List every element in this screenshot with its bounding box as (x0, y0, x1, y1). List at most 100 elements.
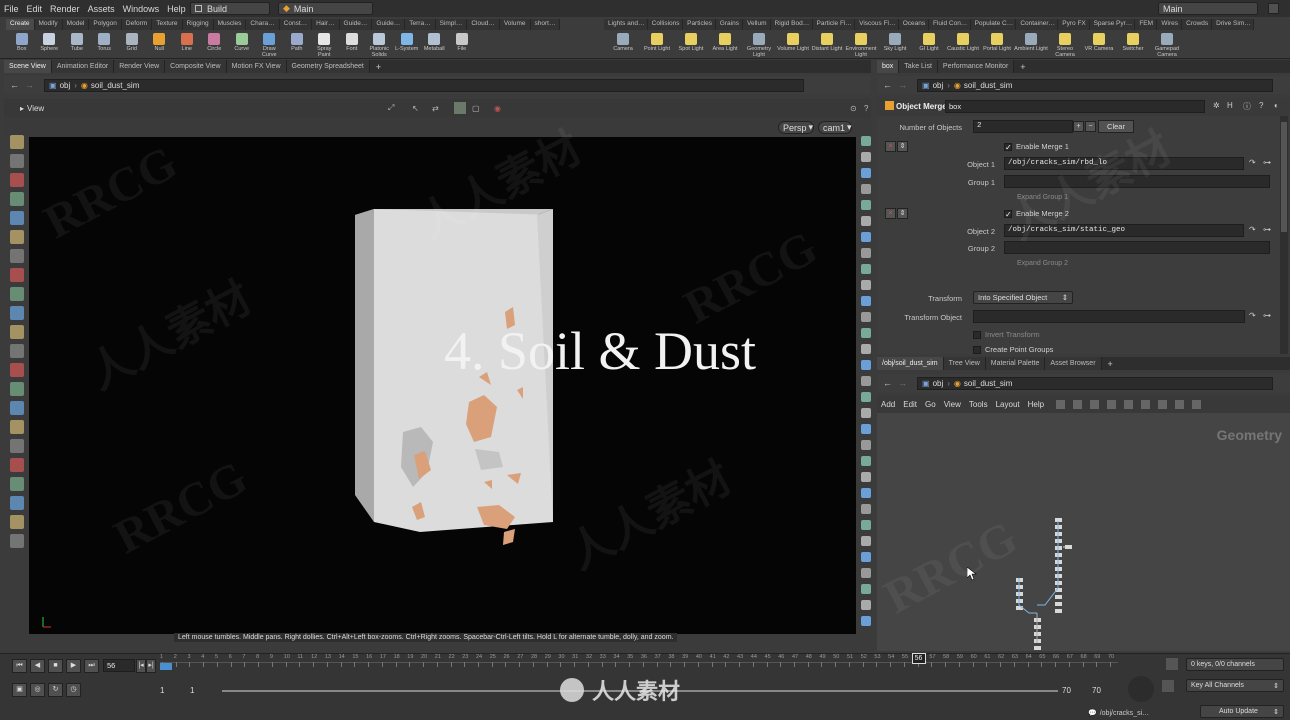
enable-merge1-checkbox[interactable]: ✓ Enable Merge 1 (1004, 142, 1069, 151)
shelf-tab[interactable]: Deform (121, 19, 153, 30)
node-select-icon[interactable]: ⊶ (1263, 225, 1271, 234)
info-icon[interactable]: ⓘ (1243, 101, 1251, 112)
map-icon[interactable] (1124, 399, 1134, 409)
shelf-tab[interactable]: Wires (1157, 19, 1183, 30)
operator-chooser-icon[interactable]: ↷ (1249, 158, 1256, 167)
tab-tree-view[interactable]: Tree View (943, 357, 986, 370)
desktop-dropdown[interactable]: Build (190, 2, 270, 15)
menu-render[interactable]: Render (46, 4, 84, 14)
tab-composite-view[interactable]: Composite View (165, 60, 227, 73)
shelf-tab[interactable]: Pyro FX (1058, 19, 1090, 30)
flag-icon[interactable] (1141, 399, 1151, 409)
play-back-button[interactable]: ◀ (30, 659, 45, 673)
display-option-icon[interactable] (861, 440, 871, 450)
cloud-icon[interactable] (1192, 399, 1202, 409)
tab-material-palette[interactable]: Material Palette (985, 357, 1046, 370)
net-menu-edit[interactable]: Edit (899, 400, 921, 409)
display-option-icon[interactable] (861, 232, 871, 242)
create-point-groups-checkbox[interactable]: Create Point Groups (973, 345, 1053, 354)
shelf-tab[interactable]: Polygon (89, 19, 122, 30)
tool-ambient-light[interactable]: Ambient Light (1014, 31, 1048, 58)
back-arrow-icon[interactable]: ← (10, 80, 19, 90)
clear-button[interactable]: Clear (1098, 120, 1134, 133)
record-icon[interactable]: ◉ (494, 104, 501, 113)
tool-path[interactable]: Path (283, 31, 311, 58)
display-option-icon[interactable] (861, 152, 871, 162)
shelf-tab[interactable]: Particle Fl… (812, 19, 856, 30)
display-option-icon[interactable] (861, 376, 871, 386)
clock-icon[interactable]: ◷ (66, 683, 81, 697)
net-menu-view[interactable]: View (940, 400, 965, 409)
snap-icon[interactable] (10, 401, 24, 415)
playback-end-field[interactable]: 70 (1062, 686, 1071, 695)
move-merge1-button[interactable]: ⇕ (897, 141, 908, 152)
net-menu-add[interactable]: Add (877, 400, 899, 409)
shelf-tab[interactable]: Chara… (246, 19, 280, 30)
invert-transform-checkbox[interactable]: Invert Transform (973, 330, 1040, 339)
brush-icon[interactable] (10, 249, 24, 263)
select-icon[interactable] (10, 135, 24, 149)
tab-performance-monitor[interactable]: Performance Monitor (937, 60, 1015, 73)
menu-assets[interactable]: Assets (84, 4, 119, 14)
forward-arrow-icon[interactable]: → (898, 80, 907, 90)
tag-icon[interactable] (10, 515, 24, 529)
tool-platonic-solids[interactable]: Platonic Solids (366, 31, 394, 58)
net-menu-tools[interactable]: Tools (965, 400, 992, 409)
tab-box[interactable]: box (877, 60, 900, 73)
view-menu-icon[interactable]: ▸ (20, 104, 24, 113)
shelf-tab[interactable]: Guide… (339, 19, 373, 30)
context-dropdown[interactable]: ◆ Main (278, 2, 373, 15)
shelf-tab[interactable]: Model (62, 19, 90, 30)
tool-file[interactable]: File (448, 31, 476, 58)
image-icon[interactable] (1107, 399, 1117, 409)
wrench-icon[interactable] (10, 534, 24, 548)
network-node[interactable] (1055, 602, 1062, 606)
question-icon[interactable]: ? (1259, 101, 1263, 110)
display-option-icon[interactable] (861, 504, 871, 514)
help-icon[interactable]: H (1227, 101, 1233, 110)
lock-icon[interactable] (10, 211, 24, 225)
jump-end-button[interactable]: ⏭ (84, 659, 99, 673)
gear-icon[interactable]: ✲ (1213, 101, 1220, 110)
key-all-channels-dropdown[interactable]: Key All Channels ⇕ (1186, 679, 1284, 692)
shelf-tab[interactable]: Collisions (647, 19, 684, 30)
display-option-icon[interactable] (861, 568, 871, 578)
tool-vr-camera[interactable]: VR Camera (1082, 31, 1116, 58)
right-context-dropdown[interactable]: Main (1158, 2, 1258, 15)
playhead[interactable]: 56 (911, 653, 926, 664)
add-tab-icon[interactable]: + (1102, 359, 1119, 369)
display-option-icon[interactable] (861, 584, 871, 594)
display-option-icon[interactable] (861, 472, 871, 482)
tab-scene-view[interactable]: Scene View (4, 60, 52, 73)
tool-line[interactable]: Line (173, 31, 201, 58)
tool-portal-light[interactable]: Portal Light (980, 31, 1014, 58)
shelf-tab[interactable]: FEM (1135, 19, 1158, 30)
list-icon[interactable] (1056, 399, 1066, 409)
remove-merge1-button[interactable]: × (885, 141, 896, 152)
shelf-tab[interactable]: Sparse Pyr… (1089, 19, 1136, 30)
cut-icon[interactable] (10, 287, 24, 301)
realtime-toggle[interactable]: ▣ (12, 683, 27, 697)
handle-icon[interactable] (10, 173, 24, 187)
display-option-icon[interactable] (861, 328, 871, 338)
tab-render-view[interactable]: Render View (114, 60, 166, 73)
enable-merge2-checkbox[interactable]: ✓ Enable Merge 2 (1004, 209, 1069, 218)
tab-animation-editor[interactable]: Animation Editor (51, 60, 115, 73)
display-option-icon[interactable] (861, 488, 871, 498)
stop-button[interactable]: ■ (48, 659, 63, 673)
net-menu-layout[interactable]: Layout (992, 400, 1024, 409)
scene-path-field[interactable]: ▣ obj › ◉ soil_dust_sim (44, 78, 804, 92)
pin-icon[interactable]: ◐ (1274, 101, 1279, 110)
network-editor[interactable]: Geometry (877, 413, 1290, 651)
globe-icon[interactable] (10, 458, 24, 472)
shelf-tab[interactable]: Volume (499, 19, 531, 30)
tool-environment-light[interactable]: Environment Light (844, 31, 878, 58)
net-menu-help[interactable]: Help (1024, 400, 1048, 409)
camera-lock-icon[interactable]: ▢ (472, 104, 480, 113)
shelf-tab[interactable]: Particles (683, 19, 716, 30)
tool-tube[interactable]: Tube (63, 31, 91, 58)
shelf-tab[interactable]: Populate C… (970, 19, 1017, 30)
shelf-tab[interactable]: Simpl… (435, 19, 468, 30)
display-option-icon[interactable] (861, 248, 871, 258)
shelf-tab[interactable]: Const… (279, 19, 313, 30)
